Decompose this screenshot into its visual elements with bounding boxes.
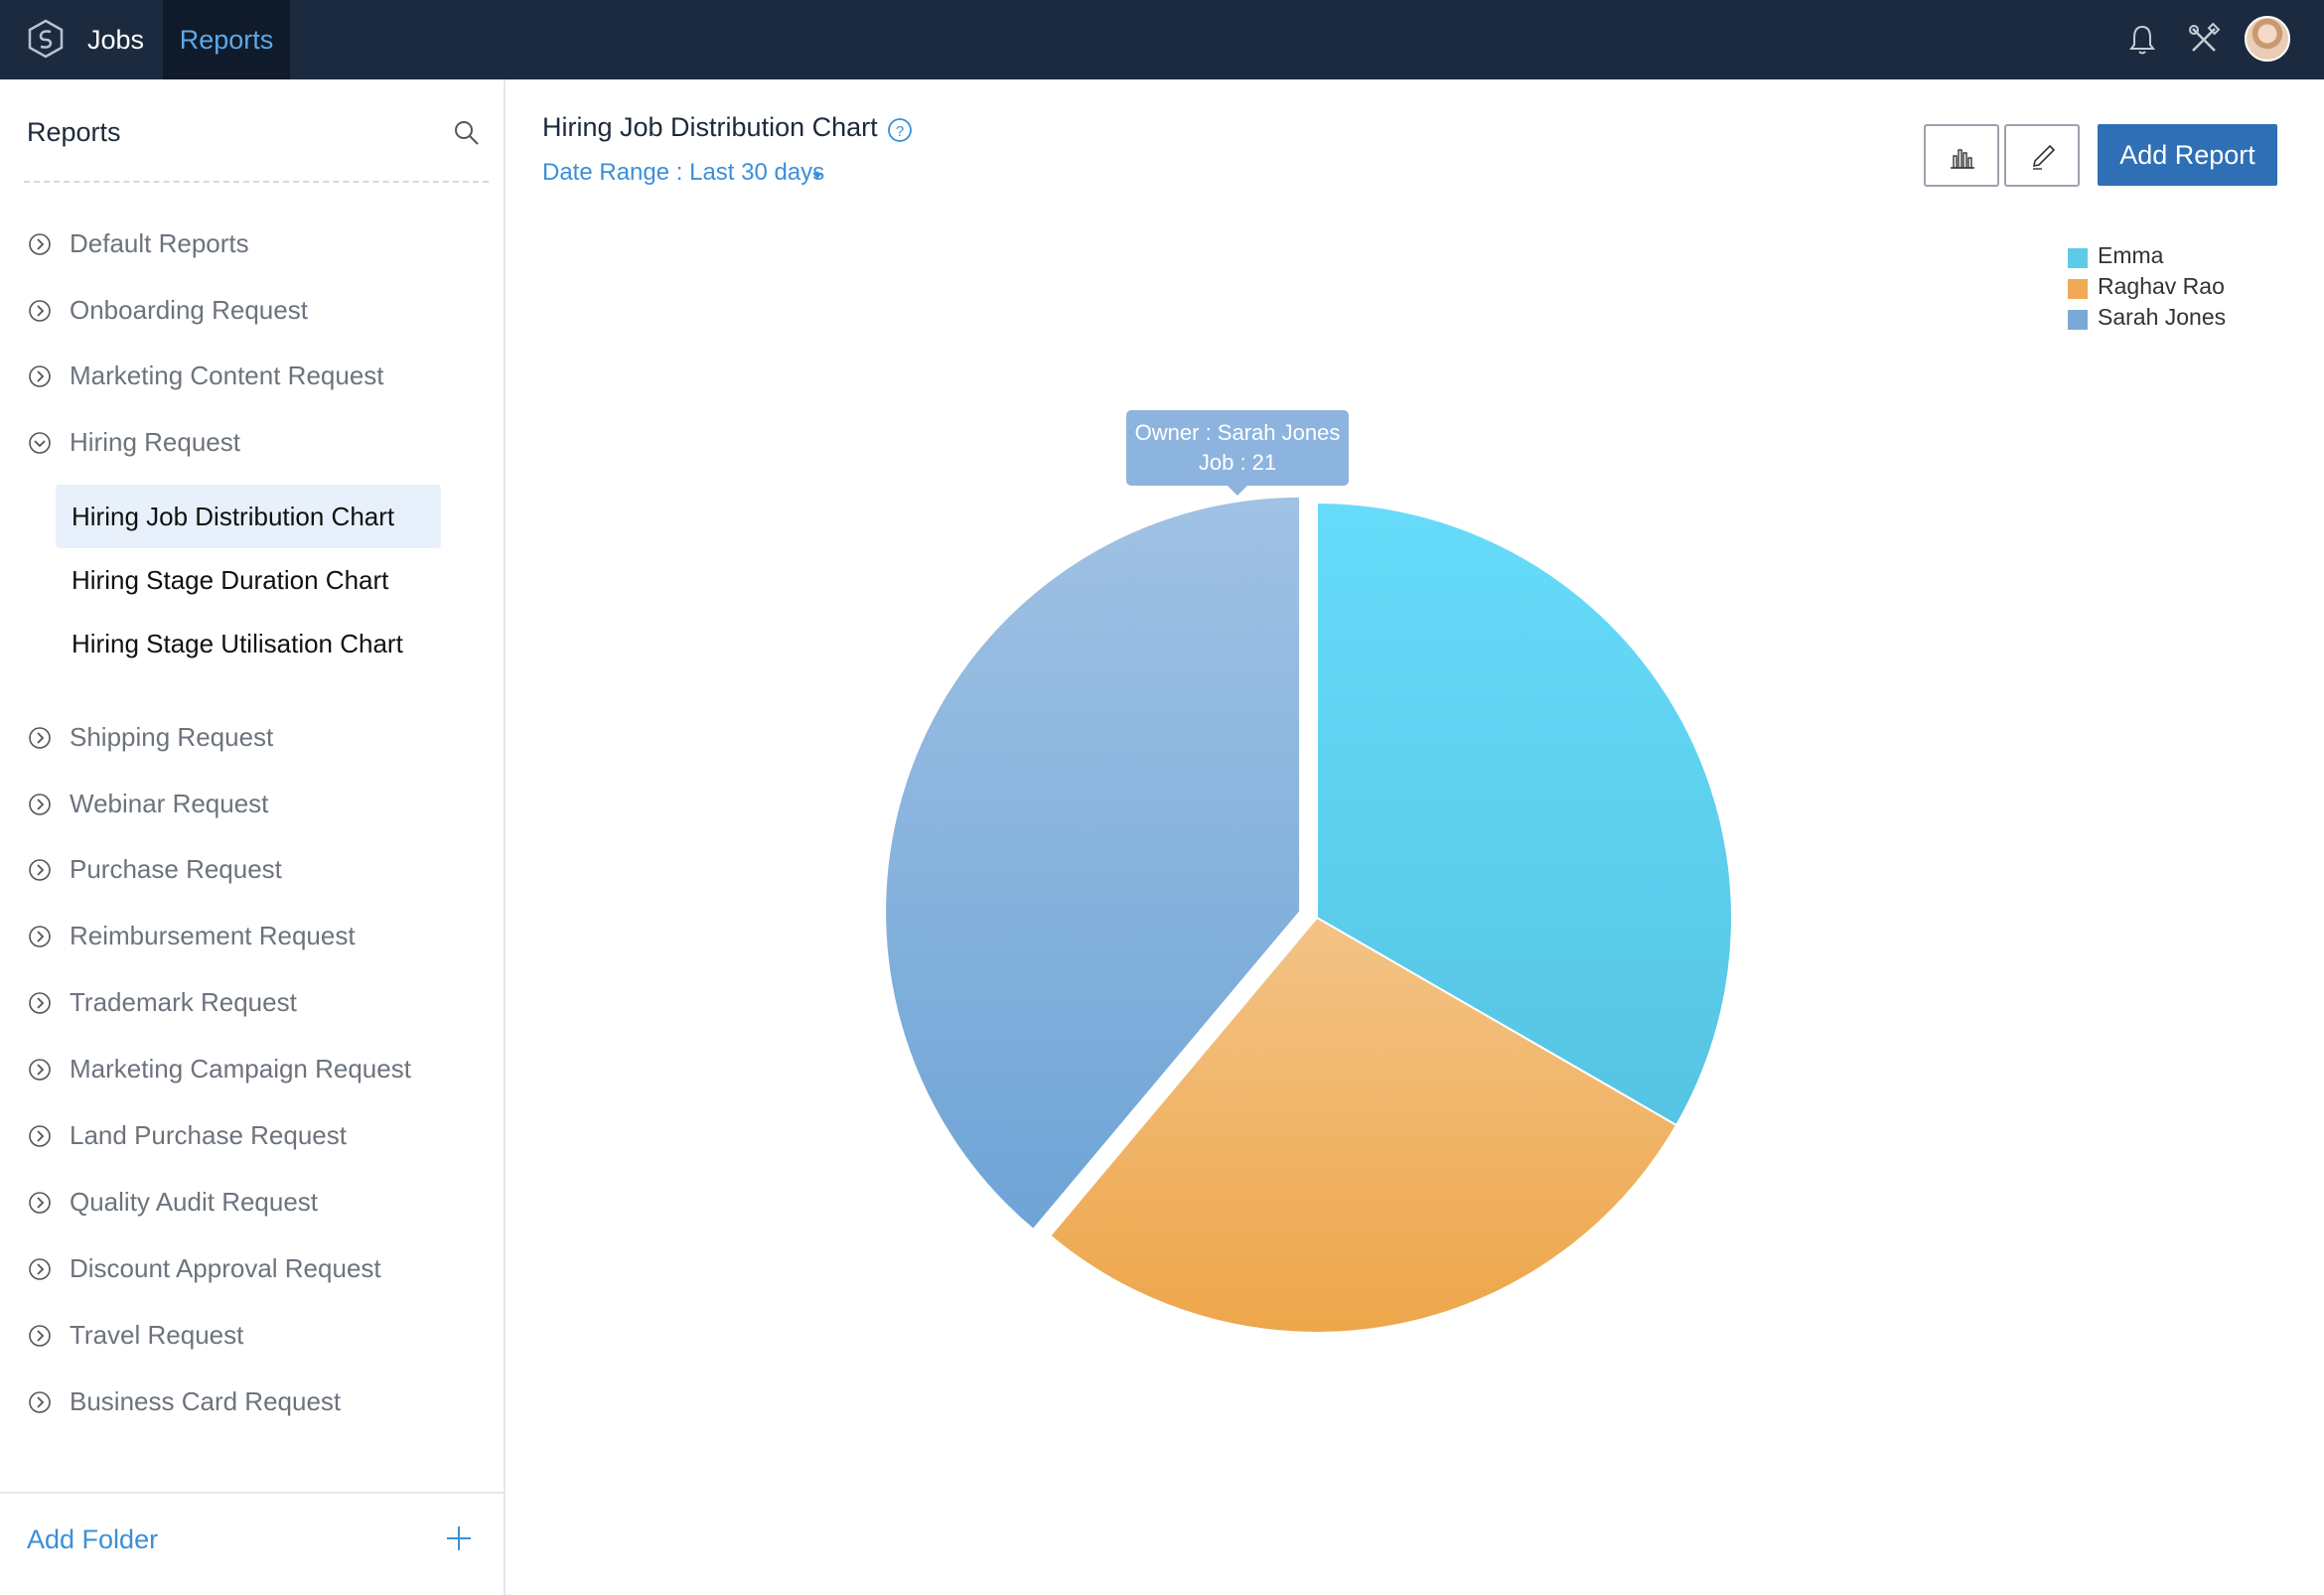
chart-tooltip: Owner : Sarah Jones Job : 21 (1126, 410, 1349, 486)
pie-chart (884, 495, 1734, 1334)
tooltip-job: Job : 21 (1198, 450, 1277, 475)
tooltip-arrow (1228, 486, 1247, 496)
tooltip-owner: Owner : Sarah Jones (1134, 420, 1341, 445)
